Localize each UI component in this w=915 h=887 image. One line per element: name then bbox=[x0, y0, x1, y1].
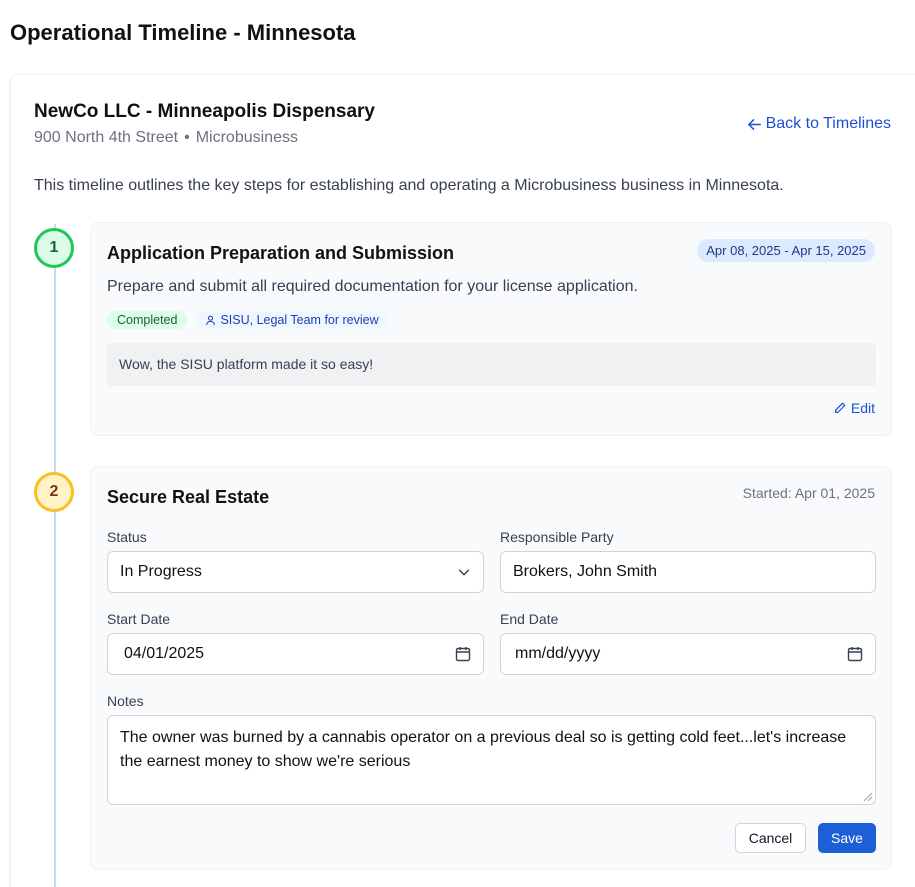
responsible-party-input[interactable]: Brokers, John Smith bbox=[500, 551, 876, 593]
responsible-label: SISU, Legal Team for review bbox=[220, 313, 379, 327]
step-card-application: Application Preparation and Submission A… bbox=[90, 222, 892, 436]
timeline-intro: This timeline outlines the key steps for… bbox=[34, 177, 784, 194]
business-subtitle: 900 North 4th Street • Microbusiness bbox=[34, 129, 298, 147]
start-date-input[interactable]: 04/01/2025 bbox=[107, 633, 484, 675]
business-address: 900 North 4th Street bbox=[34, 129, 179, 146]
step-description: Prepare and submit all required document… bbox=[107, 278, 638, 295]
notes-label: Notes bbox=[107, 693, 144, 709]
step-title: Secure Real Estate bbox=[107, 487, 270, 507]
status-value: In Progress bbox=[120, 563, 202, 580]
back-link-label: Back to Timelines bbox=[765, 115, 891, 132]
start-date-label: Start Date bbox=[107, 611, 171, 627]
end-date-label: End Date bbox=[500, 611, 559, 627]
date-range-badge: Apr 08, 2025 - Apr 15, 2025 bbox=[697, 239, 875, 262]
separator: • bbox=[184, 129, 190, 146]
status-badge: Completed bbox=[107, 311, 188, 329]
back-to-timelines-link[interactable]: Back to Timelines bbox=[747, 115, 891, 133]
business-name: NewCo LLC - Minneapolis Dispensary bbox=[34, 101, 375, 122]
started-date: Started: Apr 01, 2025 bbox=[742, 485, 875, 501]
pencil-icon bbox=[834, 402, 846, 413]
notes-value: The owner was burned by a cannabis opera… bbox=[120, 729, 847, 770]
responsible-badge: SISU, Legal Team for review bbox=[195, 311, 389, 329]
chevron-down-icon bbox=[458, 569, 470, 576]
step-title: Application Preparation and Submission bbox=[107, 243, 455, 263]
business-type: Microbusiness bbox=[195, 129, 298, 146]
edit-label: Edit bbox=[850, 400, 875, 416]
status-label: Status bbox=[107, 529, 147, 545]
calendar-icon[interactable] bbox=[455, 646, 471, 662]
step-number-2: 2 bbox=[34, 472, 74, 512]
step-card-real-estate: Secure Real Estate Started: Apr 01, 2025… bbox=[90, 466, 892, 870]
step-number-1: 1 bbox=[34, 228, 74, 268]
edit-button[interactable]: Edit bbox=[833, 400, 875, 416]
end-date-placeholder: mm/dd/yyyy bbox=[515, 645, 601, 662]
timeline-line bbox=[54, 224, 56, 887]
step-note: Wow, the SISU platform made it so easy! bbox=[107, 343, 876, 386]
calendar-icon[interactable] bbox=[847, 646, 863, 662]
user-icon bbox=[206, 315, 216, 325]
cancel-button[interactable]: Cancel bbox=[735, 823, 806, 853]
status-select[interactable]: In Progress bbox=[107, 551, 484, 593]
step-badges: Completed SISU, Legal Team for review bbox=[107, 311, 389, 329]
notes-textarea[interactable]: The owner was burned by a cannabis opera… bbox=[107, 715, 876, 805]
responsible-party-label: Responsible Party bbox=[500, 529, 614, 545]
page-title: Operational Timeline - Minnesota bbox=[10, 20, 356, 45]
start-date-value: 04/01/2025 bbox=[124, 645, 205, 662]
resize-handle-icon[interactable] bbox=[861, 790, 873, 802]
save-button[interactable]: Save bbox=[818, 823, 876, 853]
arrow-left-icon bbox=[747, 118, 761, 130]
end-date-input[interactable]: mm/dd/yyyy bbox=[500, 633, 876, 675]
responsible-party-value: Brokers, John Smith bbox=[513, 563, 658, 580]
